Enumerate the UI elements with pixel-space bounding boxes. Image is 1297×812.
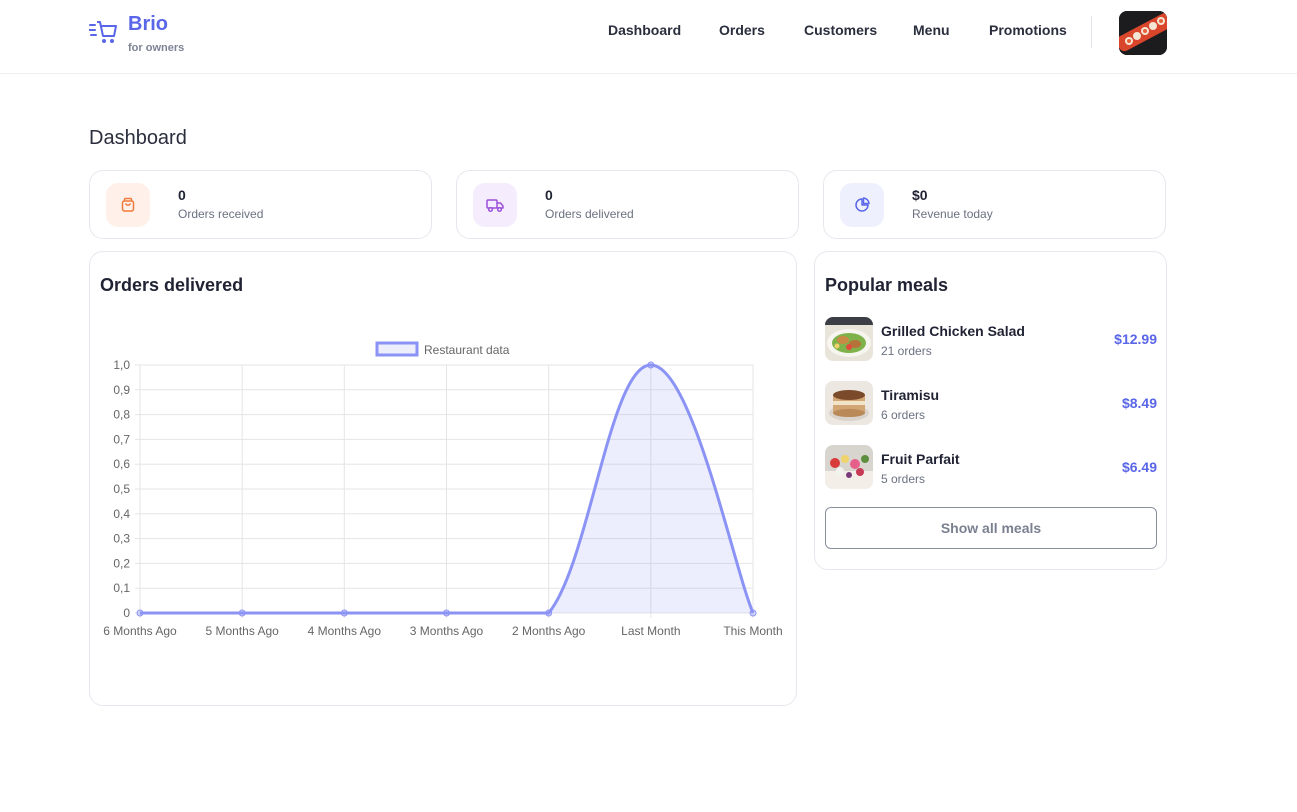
stat-value: $0 [912, 187, 928, 203]
card-title: Popular meals [825, 275, 949, 295]
stat-value: 0 [178, 187, 186, 203]
show-all-meals-button[interactable]: Show all meals [825, 507, 1157, 549]
pie-chart-icon [855, 197, 870, 212]
avatar-image [1119, 11, 1167, 55]
nav-menu[interactable]: Menu [913, 22, 950, 38]
y-tick-label: 0 [123, 606, 130, 620]
stat-label: Revenue today [912, 207, 993, 221]
meal-price: $6.49 [1121, 459, 1157, 475]
page-title: Dashboard [89, 127, 187, 149]
x-tick-label: 5 Months Ago [205, 624, 279, 638]
top-header: Brio for owners Dashboard Orders Custome… [0, 0, 1297, 74]
x-tick-label: This Month [723, 624, 782, 638]
meal-price: $8.49 [1121, 395, 1157, 411]
y-tick-label: 0,7 [113, 432, 130, 446]
y-tick-label: 0,8 [113, 408, 130, 422]
stat-label: Orders delivered [545, 207, 634, 221]
data-point [238, 609, 246, 617]
nav-dashboard[interactable]: Dashboard [608, 22, 681, 38]
y-tick-label: 0,3 [113, 532, 130, 546]
meal-name: Fruit Parfait [881, 451, 960, 467]
stat-card-orders-delivered: 0 Orders delivered [456, 170, 799, 239]
meal-orders: 21 orders [881, 344, 932, 358]
meal-price: $12.99 [1114, 331, 1157, 347]
y-tick-label: 1,0 [113, 358, 130, 372]
legend-swatch [375, 341, 419, 357]
nav-promotions[interactable]: Promotions [989, 22, 1067, 38]
y-tick-label: 0,9 [113, 383, 130, 397]
data-point [647, 361, 655, 369]
brand-subtitle: for owners [128, 42, 185, 54]
data-point [545, 609, 553, 617]
nav-orders[interactable]: Orders [719, 22, 765, 38]
meal-thumbnail [825, 317, 873, 361]
legend-label: Restaurant data [424, 343, 510, 357]
nav-customers[interactable]: Customers [804, 22, 877, 38]
fast-cart-icon [89, 21, 117, 43]
meal-item[interactable]: Grilled Chicken Salad 21 orders $12.99 [825, 317, 1157, 361]
stat-label: Orders received [178, 207, 264, 221]
y-tick-label: 0,4 [113, 507, 130, 521]
data-point [749, 609, 757, 617]
stat-card-orders-received: 0 Orders received [89, 170, 432, 239]
x-tick-label: 6 Months Ago [103, 624, 177, 638]
meal-name: Tiramisu [881, 387, 940, 403]
nav-divider [1091, 16, 1092, 48]
brand-logo[interactable]: Brio for owners [89, 12, 184, 54]
stat-card-revenue-today: $0 Revenue today [823, 170, 1166, 239]
y-tick-label: 0,6 [113, 457, 130, 471]
shopping-bag-icon [121, 197, 135, 212]
x-tick-label: 3 Months Ago [410, 624, 484, 638]
x-tick-label: 4 Months Ago [308, 624, 382, 638]
data-point [136, 609, 144, 617]
stat-icon-box [473, 183, 517, 227]
meal-item[interactable]: Tiramisu 6 orders $8.49 [825, 381, 1157, 425]
x-tick-label: 2 Months Ago [512, 624, 586, 638]
meal-item[interactable]: Fruit Parfait 5 orders $6.49 [825, 445, 1157, 489]
stat-value: 0 [545, 187, 553, 203]
meal-orders: 5 orders [881, 472, 926, 486]
popular-meals-card: Popular meals Grilled Chicken Salad 21 o… [814, 251, 1167, 570]
meal-name: Grilled Chicken Salad [881, 323, 1025, 339]
y-tick-label: 0,5 [113, 482, 130, 496]
avatar[interactable] [1119, 11, 1167, 55]
meal-orders: 6 orders [881, 408, 926, 422]
orders-delivered-card: Orders delivered 0 0,1 0,2 0,3 0,4 0,5 0,6 0,7 0… [89, 251, 797, 706]
x-tick-label: Last Month [621, 624, 680, 638]
data-point [340, 609, 348, 617]
truck-icon [486, 199, 504, 213]
orders-delivered-chart: 0 0,1 0,2 0,3 0,4 0,5 0,6 0,7 0,8 0,9 1,0 6 Months … [103, 341, 783, 638]
y-tick-label: 0,1 [113, 581, 130, 595]
meal-thumbnail [825, 445, 873, 489]
y-tick-label: 0,2 [113, 556, 130, 570]
data-point [443, 609, 450, 617]
stat-icon-box [840, 183, 884, 227]
meal-thumbnail [825, 381, 873, 425]
stat-icon-box [106, 183, 150, 227]
brand-name: Brio [128, 13, 168, 35]
